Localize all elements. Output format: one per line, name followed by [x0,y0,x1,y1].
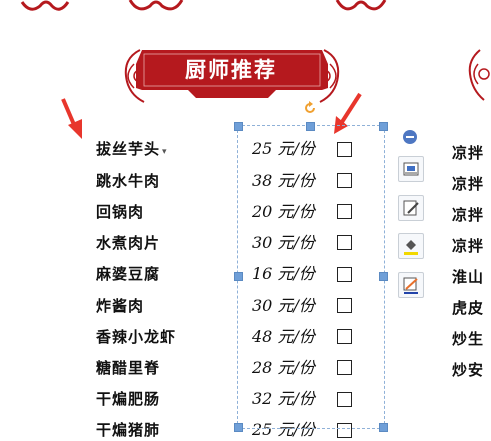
dish-name: 水煮肉片 [96,234,161,252]
right-dish-name: 凉拌 [452,237,485,255]
dish-name: 拔丝芋头 ▾ [96,140,168,158]
right-dish-name: 凉拌 [452,206,485,224]
collapse-icon[interactable] [403,130,417,144]
fill-color-button[interactable] [398,233,424,259]
dish-name: 糖醋里脊 [96,359,161,377]
resize-handle-top-left[interactable] [234,122,243,131]
cloud-ornament-right [335,0,387,11]
line-color-button[interactable] [398,272,424,298]
red-arrow-left [61,98,82,139]
dropdown-mark-icon: ▾ [162,147,168,157]
right-dish-name: 炒生 [452,330,485,348]
dish-name: 香辣小龙虾 [96,328,177,346]
layout-options-button[interactable] [398,156,424,182]
right-dish-name: 炒安 [452,361,485,379]
edit-shape-icon [403,200,419,216]
selection-frame[interactable] [237,125,385,429]
right-dish-name: 虎皮 [452,299,485,317]
fill-color-icon [404,240,418,255]
cloud-ornament-left [20,0,70,11]
edit-shape-button[interactable] [398,195,424,221]
right-dish-name: 凉拌 [452,144,485,162]
cloud-ornament-middle [128,0,184,11]
resize-handle-middle-left[interactable] [234,272,243,281]
banner-title: 厨师推荐 [185,58,277,82]
line-color-icon [403,277,418,294]
resize-handle-middle-right[interactable] [379,272,388,281]
resize-handle-bottom-left[interactable] [234,423,243,432]
right-dish-name: 淮山 [452,268,485,286]
right-banner-ornament [468,49,490,101]
dish-name: 干煸肥肠 [96,390,161,408]
rotate-handle-icon[interactable] [303,101,317,115]
resize-handle-top-right[interactable] [379,122,388,131]
dish-name: 麻婆豆腐 [96,265,161,283]
dish-name: 干煸猪肺 [96,421,161,439]
layout-options-icon [403,162,419,176]
dish-name: 跳水牛肉 [96,172,161,190]
resize-handle-top-middle[interactable] [306,122,315,131]
dish-name: 炸酱肉 [96,297,145,315]
dish-name: 回锅肉 [96,203,145,221]
right-dish-name: 凉拌 [452,175,485,193]
resize-handle-bottom-right[interactable] [379,423,388,432]
